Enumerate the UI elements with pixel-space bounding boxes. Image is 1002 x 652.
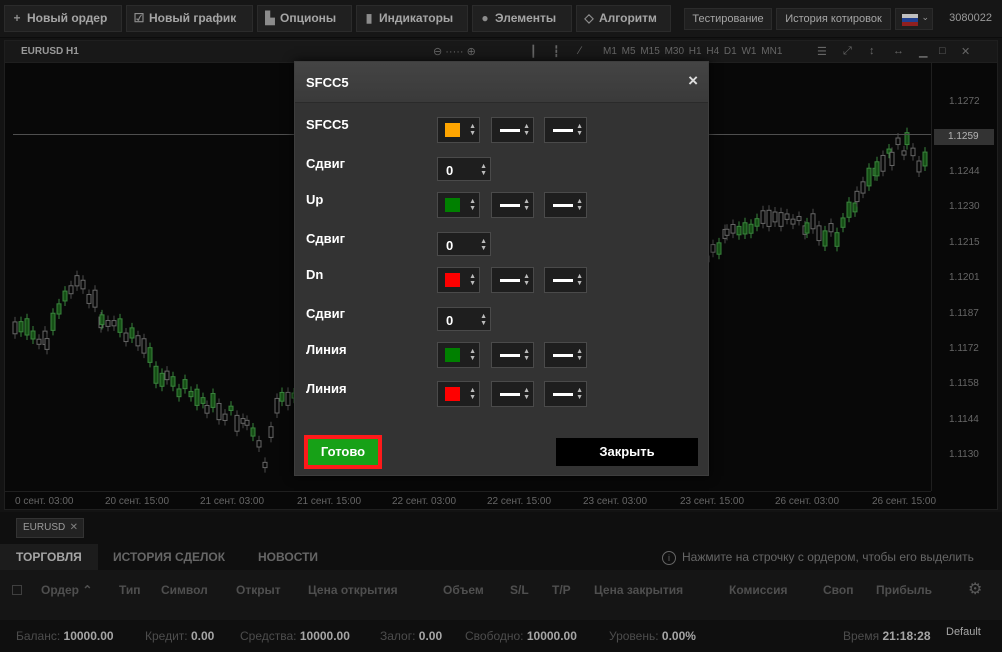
spinner-arrows-icon[interactable]: ▲ ▼ bbox=[576, 348, 583, 362]
color-picker[interactable]: ▲ ▼ bbox=[437, 342, 480, 368]
line-width-icon bbox=[500, 129, 520, 132]
line-style-icon bbox=[553, 279, 573, 282]
spinner-arrows-icon[interactable]: ▲ ▼ bbox=[480, 238, 487, 252]
dialog-title: SFCC5 bbox=[306, 75, 349, 90]
spinner-arrows-icon[interactable]: ▲ ▼ bbox=[480, 313, 487, 327]
shift-value: 0 bbox=[446, 313, 454, 328]
color-picker[interactable]: ▲ ▼ bbox=[437, 267, 480, 293]
line-style-select[interactable]: ▲ ▼ bbox=[544, 342, 587, 368]
spinner-arrows-icon[interactable]: ▲ ▼ bbox=[523, 387, 530, 401]
line-width-select[interactable]: ▲ ▼ bbox=[491, 267, 534, 293]
line-style-select[interactable]: ▲ ▼ bbox=[544, 381, 587, 407]
line-style-select[interactable]: ▲ ▼ bbox=[544, 192, 587, 218]
line-width-select[interactable]: ▲ ▼ bbox=[491, 192, 534, 218]
line-width-icon bbox=[500, 354, 520, 357]
line-style-select[interactable]: ▲ ▼ bbox=[544, 117, 587, 143]
shift-value: 0 bbox=[446, 163, 454, 178]
spinner-arrows-icon[interactable]: ▲ ▼ bbox=[523, 273, 530, 287]
line-width-icon bbox=[500, 393, 520, 396]
spinner-arrows-icon[interactable]: ▲ ▼ bbox=[469, 348, 476, 362]
param-label: Линия bbox=[306, 381, 347, 396]
spinner-arrows-icon[interactable]: ▲ ▼ bbox=[523, 348, 530, 362]
spinner-arrows-icon[interactable]: ▲ ▼ bbox=[469, 387, 476, 401]
line-style-icon bbox=[553, 393, 573, 396]
color-swatch bbox=[445, 348, 460, 362]
dialog-header: SFCC5 × bbox=[295, 62, 708, 103]
spinner-arrows-icon[interactable]: ▲ ▼ bbox=[480, 163, 487, 177]
color-picker[interactable]: ▲ ▼ bbox=[437, 192, 480, 218]
shift-stepper[interactable]: 0 ▲ ▼ bbox=[437, 157, 491, 181]
param-label: Up bbox=[306, 192, 324, 207]
line-style-icon bbox=[553, 204, 573, 207]
shift-stepper[interactable]: 0 ▲ ▼ bbox=[437, 232, 491, 256]
close-icon[interactable]: × bbox=[688, 71, 698, 91]
spinner-arrows-icon[interactable]: ▲ ▼ bbox=[469, 198, 476, 212]
color-swatch bbox=[445, 198, 460, 212]
spinner-arrows-icon[interactable]: ▲ ▼ bbox=[523, 123, 530, 137]
color-swatch bbox=[445, 273, 460, 287]
spinner-arrows-icon[interactable]: ▲ ▼ bbox=[469, 123, 476, 137]
param-label: Dn bbox=[306, 267, 324, 282]
spinner-arrows-icon[interactable]: ▲ ▼ bbox=[469, 273, 476, 287]
shift-value: 0 bbox=[446, 238, 454, 253]
spinner-arrows-icon[interactable]: ▲ ▼ bbox=[523, 198, 530, 212]
done-button[interactable]: Готово bbox=[304, 435, 382, 469]
done-button-label: Готово bbox=[308, 439, 378, 465]
spinner-arrows-icon[interactable]: ▲ ▼ bbox=[576, 198, 583, 212]
param-label: Сдвиг bbox=[306, 156, 346, 171]
color-swatch bbox=[445, 123, 460, 137]
param-label: Сдвиг bbox=[306, 306, 346, 321]
shift-stepper[interactable]: 0 ▲ ▼ bbox=[437, 307, 491, 331]
color-picker[interactable]: ▲ ▼ bbox=[437, 117, 480, 143]
param-label: Сдвиг bbox=[306, 231, 346, 246]
indicator-settings-dialog: SFCC5 × SFCC5 ▲ ▼ ▲ ▼ ▲ ▼ Сдвиг 0 ▲ ▼ Up ▲ ▼ ▲ ▼ ▲ ▼ Сдвиг… bbox=[294, 61, 709, 476]
spinner-arrows-icon[interactable]: ▲ ▼ bbox=[576, 387, 583, 401]
line-width-icon bbox=[500, 279, 520, 282]
param-label: Линия bbox=[306, 342, 347, 357]
line-width-icon bbox=[500, 204, 520, 207]
line-width-select[interactable]: ▲ ▼ bbox=[491, 342, 534, 368]
spinner-arrows-icon[interactable]: ▲ ▼ bbox=[576, 273, 583, 287]
line-style-icon bbox=[553, 129, 573, 132]
param-label: SFCC5 bbox=[306, 117, 349, 132]
line-style-select[interactable]: ▲ ▼ bbox=[544, 267, 587, 293]
close-button[interactable]: Закрыть bbox=[556, 438, 698, 466]
line-width-select[interactable]: ▲ ▼ bbox=[491, 117, 534, 143]
spinner-arrows-icon[interactable]: ▲ ▼ bbox=[576, 123, 583, 137]
color-picker[interactable]: ▲ ▼ bbox=[437, 381, 480, 407]
line-style-icon bbox=[553, 354, 573, 357]
line-width-select[interactable]: ▲ ▼ bbox=[491, 381, 534, 407]
color-swatch bbox=[445, 387, 460, 401]
